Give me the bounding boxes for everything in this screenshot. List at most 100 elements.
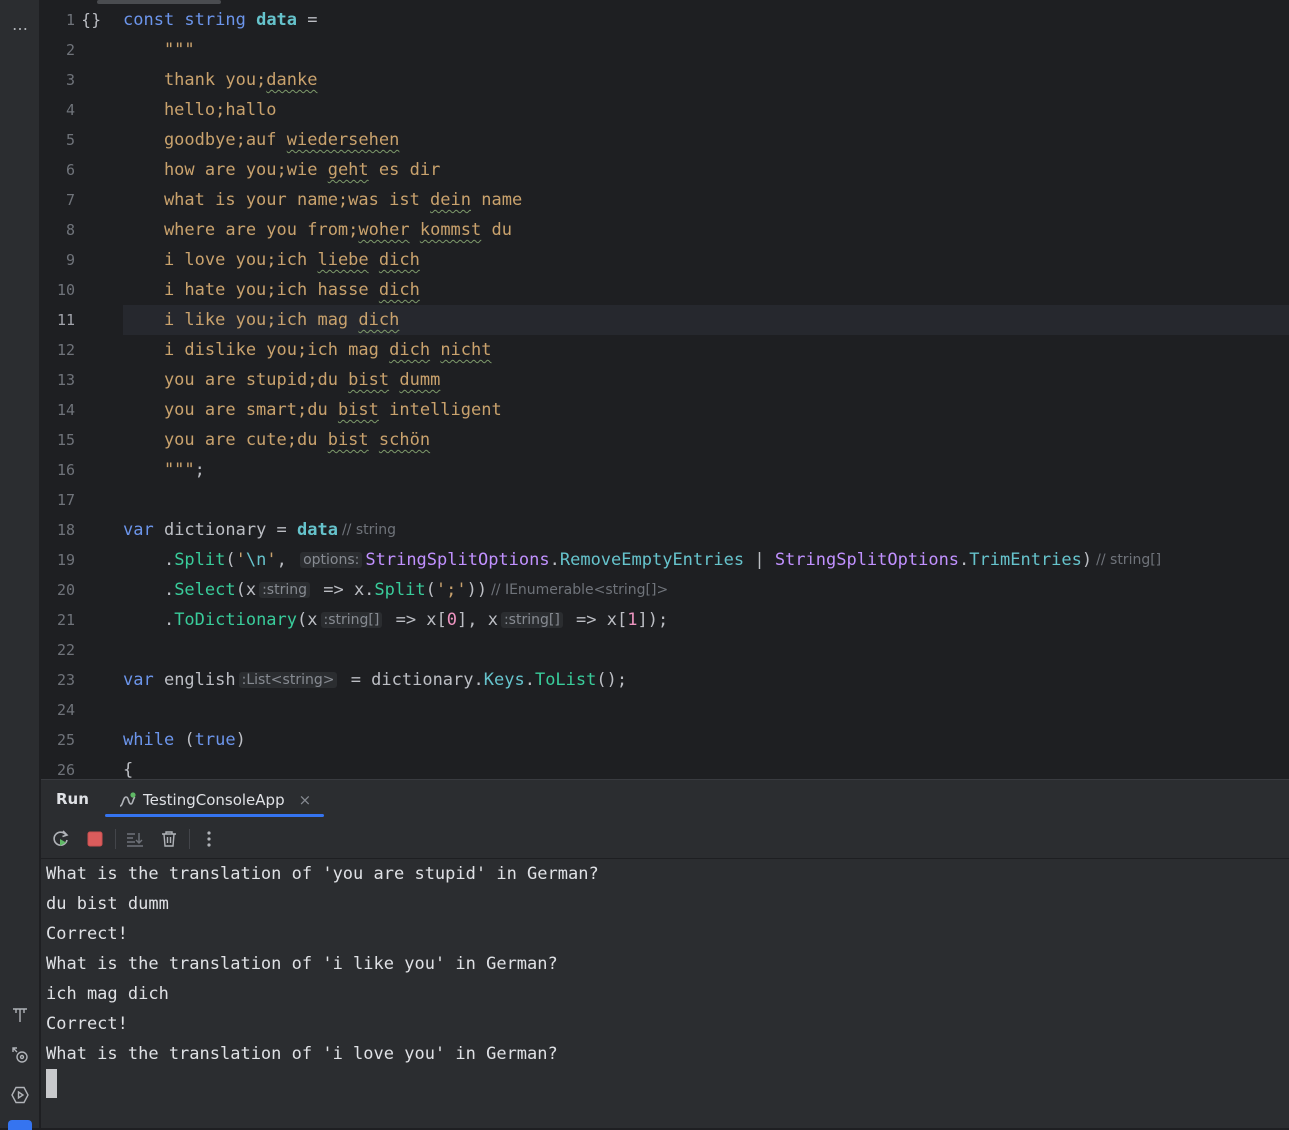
- console-output[interactable]: What is the translation of 'you are stup…: [41, 859, 1289, 1128]
- code-line[interactable]: you are stupid;du bist dumm: [123, 365, 1289, 395]
- run-tool-window-title: Run: [56, 790, 89, 808]
- code-token: 1: [627, 610, 638, 630]
- code-line[interactable]: [123, 695, 1289, 725]
- code-token: |: [744, 550, 775, 570]
- code-token: string: [184, 10, 257, 30]
- scroll-to-end-icon[interactable]: [123, 827, 147, 851]
- code-line[interactable]: hello;hallo: [123, 95, 1289, 125]
- close-tab-icon[interactable]: ×: [299, 791, 312, 809]
- clear-all-icon[interactable]: [157, 827, 181, 851]
- code-token: what is your name;was ist: [123, 190, 431, 210]
- code-line[interactable]: .ToDictionary(x:string[] => x[0], x:stri…: [123, 605, 1289, 635]
- code-area[interactable]: const string data = """ thank you;danke …: [123, 5, 1289, 779]
- services-icon[interactable]: [8, 1043, 32, 1067]
- code-token: .: [959, 550, 970, 570]
- code-token: while: [123, 730, 185, 750]
- code-token: dich: [378, 280, 420, 300]
- code-token: RemoveEmptyEntries: [559, 550, 745, 570]
- code-line[interactable]: where are you from;woher kommst du: [123, 215, 1289, 245]
- code-token: es dir: [368, 160, 441, 180]
- code-line[interactable]: thank you;danke: [123, 65, 1289, 95]
- code-token: ';': [435, 580, 467, 600]
- code-token: where are you from;: [123, 220, 359, 240]
- build-icon[interactable]: [8, 1003, 32, 1027]
- inlay-hint: options:: [300, 552, 363, 568]
- code-line[interactable]: i love you;ich liebe dich: [123, 245, 1289, 275]
- line-number: 16: [56, 461, 75, 479]
- line-number: 7: [65, 191, 75, 209]
- run-configurations-icon[interactable]: [8, 1083, 32, 1107]
- code-token: nicht: [440, 340, 492, 360]
- line-number: 2: [65, 41, 75, 59]
- stop-icon[interactable]: [83, 827, 107, 851]
- code-line[interactable]: """;: [123, 455, 1289, 485]
- code-token: StringSplitOptions: [365, 550, 550, 570]
- code-token: you are smart;du: [123, 400, 338, 420]
- code-line[interactable]: while (true): [123, 725, 1289, 755]
- code-line[interactable]: var dictionary = data// string: [123, 515, 1289, 545]
- code-token: hello;hallo: [123, 100, 277, 120]
- code-line[interactable]: var english:List<string> = dictionary.Ke…: [123, 665, 1289, 695]
- console-line: What is the translation of 'i love you' …: [46, 1044, 558, 1064]
- code-editor[interactable]: 1{} 2 3 4 5 6 7 8 9 10 11 12 13 14 15 16 17 18 19 20 21 22 23 2…: [41, 0, 1289, 779]
- more-tools-icon[interactable]: …: [8, 12, 32, 36]
- code-line[interactable]: const string data =: [123, 5, 1289, 35]
- active-tab-indicator: [105, 814, 324, 817]
- code-token: 0: [446, 610, 458, 630]
- code-token: """: [123, 460, 195, 480]
- code-token: dich: [358, 310, 400, 330]
- line-number: 26: [56, 761, 75, 779]
- code-token: wiedersehen: [286, 130, 400, 150]
- code-line[interactable]: .Split('\n', options: StringSplitOptions.…: [123, 545, 1289, 575]
- code-token: kommst: [419, 220, 482, 240]
- code-token: (: [184, 730, 195, 750]
- inlay-hint: :List<string>: [238, 672, 338, 688]
- code-token: ToDictionary: [174, 610, 298, 630]
- more-options-icon[interactable]: [197, 827, 221, 851]
- code-line[interactable]: [123, 485, 1289, 515]
- code-token: schön: [378, 430, 431, 450]
- code-line[interactable]: [123, 635, 1289, 665]
- code-token: )): [466, 580, 488, 600]
- inlay-hint: :string[]: [500, 612, 563, 628]
- line-number: 3: [65, 71, 75, 89]
- rerun-icon[interactable]: [49, 827, 73, 851]
- code-line[interactable]: goodbye;auf wiedersehen: [123, 125, 1289, 155]
- code-token: =: [297, 10, 318, 30]
- console-line: du bist dumm: [46, 894, 169, 914]
- code-token: Split: [374, 580, 426, 600]
- code-token: thank you;: [123, 70, 267, 90]
- code-token: var: [123, 520, 164, 540]
- code-token: ,: [276, 550, 298, 570]
- code-token: var: [123, 670, 164, 690]
- code-line[interactable]: .Select(x:string => x.Split(';'))// IEnu…: [123, 575, 1289, 605]
- run-configuration-icon: [119, 791, 137, 808]
- code-line[interactable]: i hate you;ich hasse dich: [123, 275, 1289, 305]
- code-line[interactable]: you are cute;du bist schön: [123, 425, 1289, 455]
- code-token: => x[: [565, 610, 628, 630]
- code-token: you are cute;du: [123, 430, 328, 450]
- line-number: 6: [65, 161, 75, 179]
- code-token: .: [549, 550, 560, 570]
- code-line[interactable]: i dislike you;ich mag dich nicht: [123, 335, 1289, 365]
- console-line: What is the translation of 'you are stup…: [46, 864, 599, 884]
- line-number: 11: [56, 311, 75, 329]
- code-token: {: [123, 760, 134, 779]
- code-line[interactable]: """: [123, 35, 1289, 65]
- code-token: dich: [389, 340, 431, 360]
- console-line: Correct!: [46, 924, 128, 944]
- horizontal-scrollbar[interactable]: [97, 0, 221, 4]
- line-number: 1{}: [41, 5, 101, 35]
- code-line[interactable]: you are smart;du bist intelligent: [123, 395, 1289, 425]
- code-line[interactable]: what is your name;was ist dein name: [123, 185, 1289, 215]
- code-token: dumm: [399, 370, 441, 390]
- code-line[interactable]: i like you;ich mag dich: [123, 305, 1289, 335]
- code-line[interactable]: how are you;wie geht es dir: [123, 155, 1289, 185]
- code-token: .: [123, 580, 175, 600]
- code-token: danke: [266, 70, 318, 90]
- code-vision-icon[interactable]: {}: [81, 5, 101, 35]
- left-tool-strip: …: [0, 0, 40, 1130]
- code-line[interactable]: {: [123, 755, 1289, 779]
